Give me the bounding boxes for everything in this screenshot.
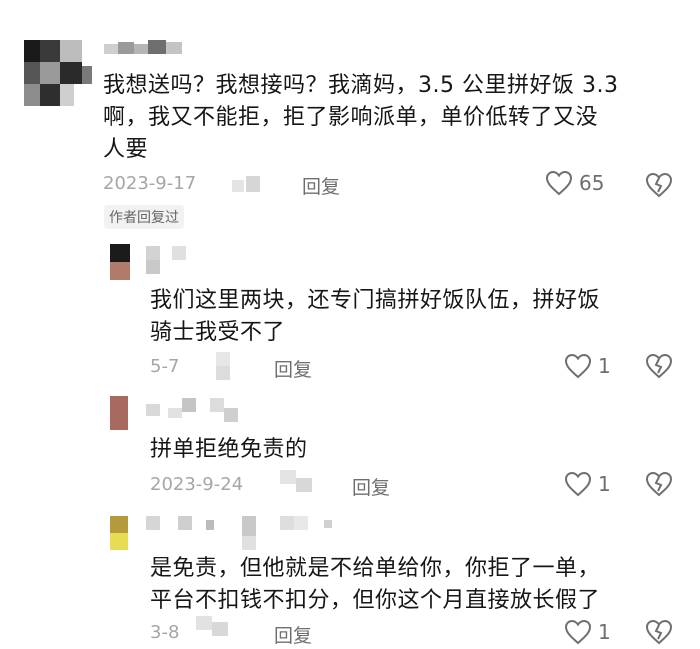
reply-text-line-1: 是免责，但他就是不给单给你，你拒了一单， bbox=[150, 556, 601, 581]
like-button[interactable]: 1 bbox=[564, 471, 611, 497]
heart-outline-icon bbox=[545, 170, 573, 196]
reply-text-line-2: 平台不扣钱不扣分，但你这个月直接放长假了 bbox=[150, 588, 601, 613]
reply-text-line-1: 拼单拒绝免责的 bbox=[150, 437, 308, 462]
reply-date: 2023-9-24 bbox=[150, 474, 244, 495]
comment-text-line-2: 啊，我又不能拒，拒了影响派单，单价低转了又没 bbox=[103, 105, 599, 130]
location-blur bbox=[232, 176, 272, 194]
heart-outline-icon bbox=[564, 619, 592, 645]
reply-avatar[interactable] bbox=[110, 396, 128, 430]
location-blur bbox=[196, 616, 236, 644]
avatar[interactable] bbox=[24, 40, 92, 106]
dislike-button[interactable] bbox=[645, 172, 673, 202]
reply-username[interactable] bbox=[146, 246, 196, 274]
heart-outline-icon bbox=[564, 471, 592, 497]
username[interactable] bbox=[104, 40, 194, 56]
broken-heart-icon bbox=[645, 619, 673, 645]
author-replied-badge: 作者回复过 bbox=[104, 205, 184, 229]
reply-date: 3-8 bbox=[150, 622, 180, 643]
dislike-button[interactable] bbox=[645, 471, 673, 501]
location-blur bbox=[280, 470, 330, 500]
broken-heart-icon bbox=[645, 172, 673, 198]
like-count: 1 bbox=[598, 354, 611, 378]
like-count: 65 bbox=[579, 171, 605, 195]
like-button[interactable]: 1 bbox=[564, 619, 611, 645]
comment-text-line-1: 我想送吗？我想接吗？我滴妈，3.5 公里拼好饭 3.3 bbox=[103, 73, 619, 98]
reply-avatar[interactable] bbox=[110, 516, 128, 550]
heart-outline-icon bbox=[564, 353, 592, 379]
broken-heart-icon bbox=[645, 471, 673, 497]
like-button[interactable]: 65 bbox=[545, 170, 604, 196]
reply-avatar[interactable] bbox=[110, 244, 130, 280]
reply-button[interactable]: 回复 bbox=[302, 172, 340, 199]
comment-text-line-3: 人要 bbox=[103, 137, 149, 162]
location-blur bbox=[216, 352, 256, 382]
reply-button[interactable]: 回复 bbox=[352, 473, 390, 500]
like-button[interactable]: 1 bbox=[564, 353, 611, 379]
broken-heart-icon bbox=[645, 353, 673, 379]
dislike-button[interactable] bbox=[645, 353, 673, 383]
reply-button[interactable]: 回复 bbox=[274, 355, 312, 382]
dislike-button[interactable] bbox=[645, 619, 673, 649]
reply-text-line-1: 我们这里两块，还专门搞拼好饭队伍，拼好饭 bbox=[150, 288, 601, 313]
like-count: 1 bbox=[598, 620, 611, 644]
comment-date: 2023-9-17 bbox=[103, 173, 197, 194]
reply-date: 5-7 bbox=[150, 356, 180, 377]
reply-username[interactable] bbox=[146, 398, 246, 424]
reply-username[interactable] bbox=[146, 514, 366, 554]
reply-text-line-2: 骑士我受不了 bbox=[150, 320, 286, 345]
like-count: 1 bbox=[598, 472, 611, 496]
